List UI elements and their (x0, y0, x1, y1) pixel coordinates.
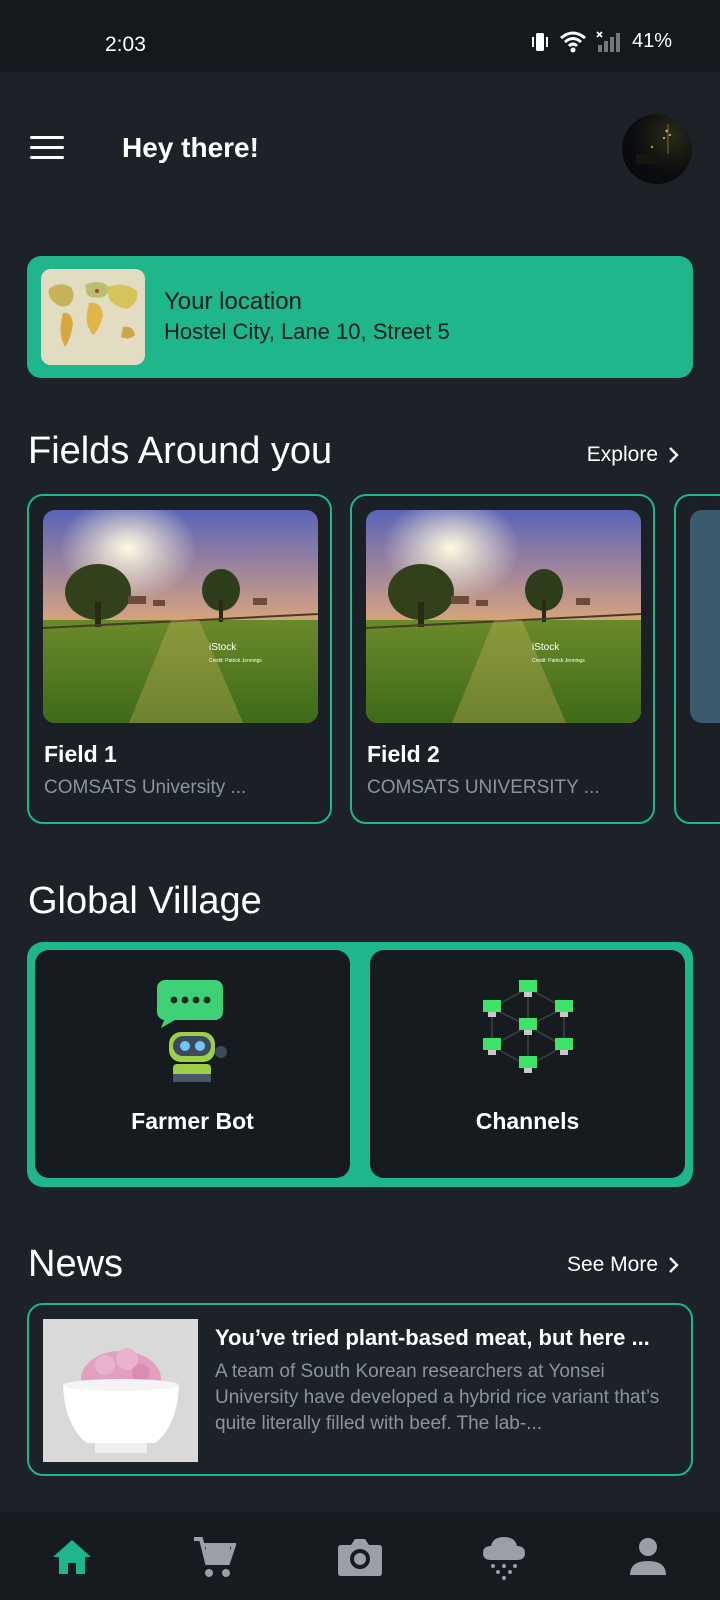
farmer-bot-label: Farmer Bot (131, 1108, 254, 1134)
nav-home[interactable] (42, 1532, 102, 1582)
nav-cart[interactable] (184, 1532, 244, 1582)
battery-level: 41% (631, 30, 672, 52)
field-photo (690, 510, 720, 723)
explore-link[interactable]: Explore (587, 443, 680, 467)
nav-profile[interactable] (618, 1532, 678, 1582)
profile-icon (630, 1538, 666, 1575)
photo-credit: Credit: Patrick Jennings (532, 658, 585, 664)
profile-avatar[interactable] (622, 114, 692, 184)
news-section-title: News (28, 1243, 124, 1285)
field-card[interactable]: iStock Credit: Patrick Jennings Field 1 … (27, 494, 332, 824)
channels-tile[interactable]: Channels (370, 950, 685, 1178)
location-card[interactable]: Your location Hostel City, Lane 10, Stre… (27, 256, 693, 378)
nav-camera[interactable] (330, 1532, 390, 1582)
photo-credit: Credit: Patrick Jennings (209, 658, 262, 664)
news-excerpt: A team of South Korean researchers at Yo… (215, 1361, 660, 1434)
location-address: Hostel City, Lane 10, Street 5 (164, 319, 450, 344)
global-village-panel: Farmer Bot Channels (27, 942, 693, 1187)
field-photo: iStock Credit: Patrick Jennings (43, 510, 318, 723)
wifi-icon (560, 31, 586, 52)
menu-icon[interactable] (30, 136, 64, 162)
world-map-thumbnail (41, 269, 145, 365)
status-icons: 41% (530, 30, 672, 53)
home-icon (53, 1540, 91, 1574)
news-article-card[interactable]: You’ve tried plant-based meat, but here … (27, 1303, 693, 1476)
bottom-navigation (0, 1512, 720, 1600)
status-time: 2:03 (105, 33, 146, 56)
greeting-title: Hey there! (122, 132, 259, 163)
nav-weather[interactable] (474, 1532, 534, 1582)
top-bar: Hey there! (0, 110, 720, 190)
see-more-label: See More (566, 1253, 658, 1276)
network-nodes-icon (482, 980, 573, 1073)
photo-watermark: iStock (532, 642, 560, 653)
photo-watermark: iStock (209, 642, 237, 653)
see-more-link[interactable]: See More (567, 1253, 680, 1277)
field-card[interactable]: iStock Credit: Patrick Jennings Field 2 … (350, 494, 655, 824)
vibrate-icon (531, 32, 548, 51)
location-title: Your location (164, 288, 302, 315)
field-location: COMSATS UNIVERSITY ... (367, 777, 600, 798)
field-name: Field 2 (367, 741, 440, 767)
channels-label: Channels (475, 1108, 580, 1134)
weather-icon (483, 1537, 525, 1580)
status-bar: 2:03 41% (0, 0, 720, 72)
global-village-title: Global Village (28, 880, 262, 922)
explore-label: Explore (586, 443, 658, 466)
field-location: COMSATS University ... (44, 777, 247, 798)
camera-icon (338, 1539, 382, 1576)
farmer-bot-tile[interactable]: Farmer Bot (35, 950, 350, 1178)
field-card-partial[interactable] (674, 494, 720, 824)
chat-robot-icon (156, 980, 227, 1082)
field-photo: iStock Credit: Patrick Jennings (366, 510, 641, 723)
fields-section-title: Fields Around you (28, 430, 333, 472)
chevron-right-icon (669, 447, 679, 463)
cart-icon (194, 1537, 236, 1577)
signal-icon (596, 30, 620, 52)
news-headline: You’ve tried plant-based meat, but here … (215, 1325, 650, 1350)
news-thumbnail (43, 1319, 198, 1462)
field-name: Field 1 (44, 741, 117, 767)
chevron-right-icon (669, 1257, 679, 1273)
